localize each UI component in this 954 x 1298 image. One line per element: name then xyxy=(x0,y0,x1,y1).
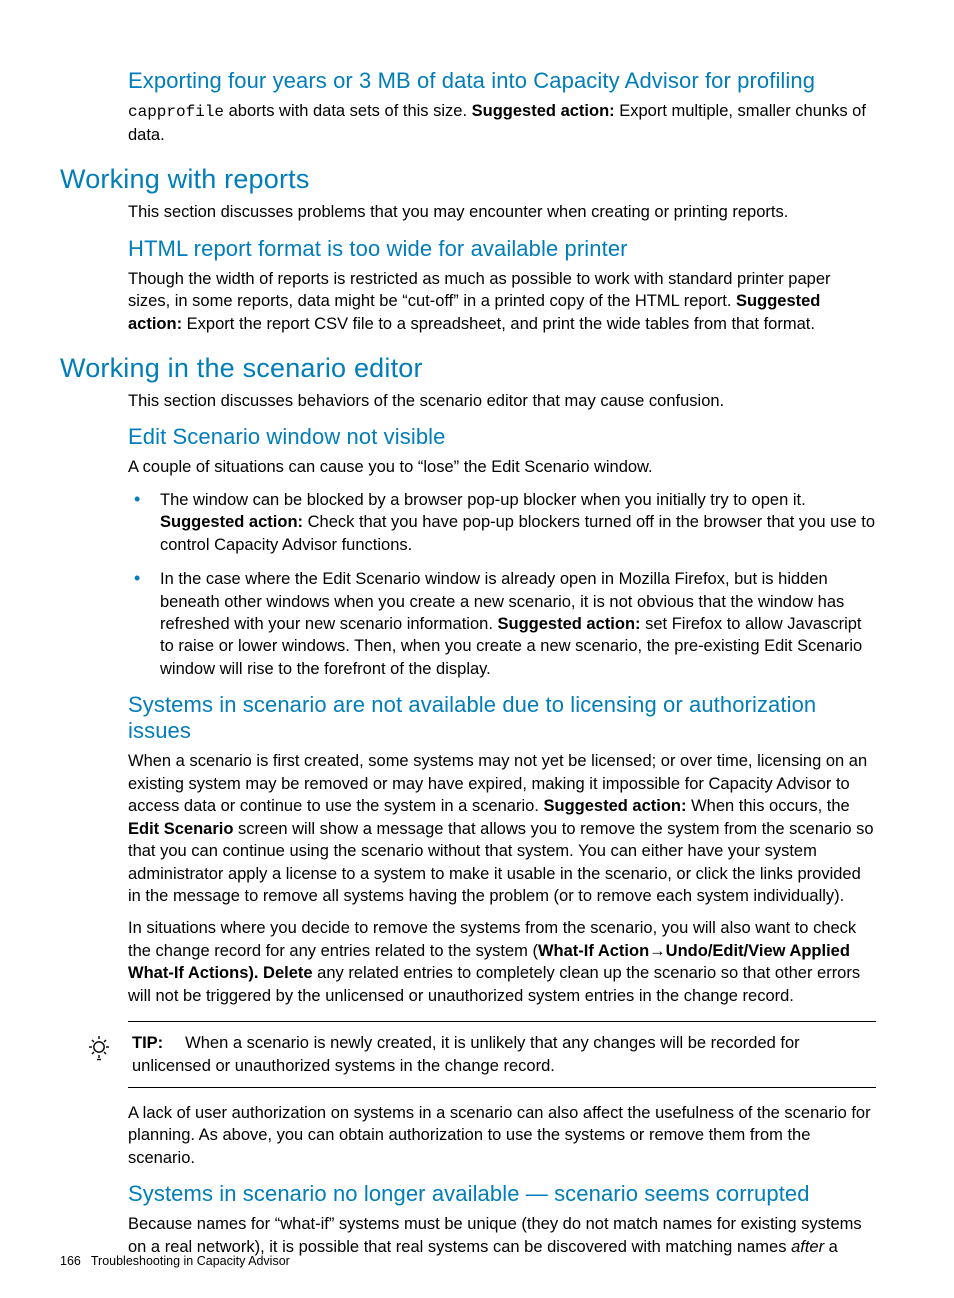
para-edit-window: A couple of situations can cause you to … xyxy=(128,456,876,478)
tip-box: TIP: When a scenario is newly created, i… xyxy=(128,1021,876,1088)
heading-scenario-editor: Working in the scenario editor xyxy=(60,353,876,384)
list-item: In the case where the Edit Scenario wind… xyxy=(128,568,876,680)
italic-after: after xyxy=(791,1238,824,1256)
para-licensing-2: In situations where you decide to remove… xyxy=(128,917,876,1007)
text: Though the width of reports is restricte… xyxy=(128,270,831,310)
tip-label: TIP: xyxy=(132,1032,176,1054)
bold-edit-scenario: Edit Scenario xyxy=(128,820,233,838)
text: Because names for “what-if” systems must… xyxy=(128,1215,862,1255)
para-licensing-3: A lack of user authorization on systems … xyxy=(128,1102,876,1169)
page-footer: 166 Troubleshooting in Capacity Advisor xyxy=(60,1254,290,1268)
para-corrupted: Because names for “what-if” systems must… xyxy=(128,1213,876,1258)
para-exporting: capprofile aborts with data sets of this… xyxy=(128,100,876,146)
bold-whatif: What-If Action xyxy=(538,942,649,960)
arrow: → xyxy=(649,942,666,960)
heading-licensing: Systems in scenario are not available du… xyxy=(128,692,876,744)
page-number: 166 xyxy=(60,1254,81,1268)
heading-edit-window: Edit Scenario window not visible xyxy=(128,424,876,450)
para-licensing-1: When a scenario is first created, some s… xyxy=(128,750,876,907)
para-reports-intro: This section discusses problems that you… xyxy=(128,201,876,223)
text: a xyxy=(824,1238,838,1256)
heading-html-report: HTML report format is too wide for avail… xyxy=(128,236,876,262)
bold-suggested: Suggested action: xyxy=(472,102,615,120)
bold-suggested: Suggested action: xyxy=(160,513,303,531)
heading-exporting: Exporting four years or 3 MB of data int… xyxy=(128,68,876,94)
lightbulb-icon xyxy=(86,1034,112,1062)
text: aborts with data sets of this size. xyxy=(224,102,472,120)
heading-corrupted: Systems in scenario no longer available … xyxy=(128,1181,876,1207)
list-item: The window can be blocked by a browser p… xyxy=(128,489,876,556)
tip-text-col: TIP: When a scenario is newly created, i… xyxy=(132,1032,876,1077)
list-edit-window: The window can be blocked by a browser p… xyxy=(128,489,876,681)
tip-text: When a scenario is newly created, it is … xyxy=(132,1034,800,1074)
text: Export the report CSV file to a spreadsh… xyxy=(182,315,815,333)
para-scenario-intro: This section discusses behaviors of the … xyxy=(128,390,876,412)
bold-suggested: Suggested action: xyxy=(498,615,641,633)
text: The window can be blocked by a browser p… xyxy=(160,491,806,509)
para-html-report: Though the width of reports is restricte… xyxy=(128,268,876,335)
text: When this occurs, the xyxy=(687,797,850,815)
bold-suggested: Suggested action: xyxy=(543,797,686,815)
text: screen will show a message that allows y… xyxy=(128,820,874,905)
heading-working-reports: Working with reports xyxy=(60,164,876,195)
tip-icon-col xyxy=(80,1032,118,1062)
footer-title: Troubleshooting in Capacity Advisor xyxy=(91,1254,290,1268)
code-capprofile: capprofile xyxy=(128,103,224,121)
